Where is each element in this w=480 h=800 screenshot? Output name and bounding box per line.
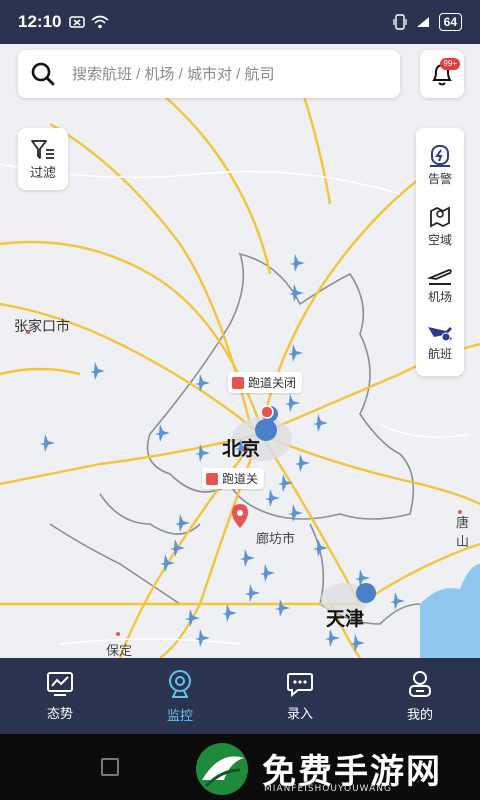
status-time: 12:10 (18, 12, 62, 31)
nav-item-profile[interactable]: 我的 (360, 658, 480, 734)
nav-label: 监控 (166, 707, 193, 723)
nav-item-monitor[interactable]: 监控 (120, 658, 240, 734)
runway-closed-callout[interactable]: 跑道关 (202, 468, 265, 489)
map-view[interactable]: 张家口市 北京 廊坊市 天津 保定 唐山 跑道关闭 跑道关 (0, 44, 480, 658)
bottom-nav: 态势 监控 录入 我的 (0, 658, 480, 734)
side-panel: 告警 空域 机场 航班 (416, 128, 464, 376)
notifications-button[interactable]: 99+ (420, 50, 464, 98)
watermark-subtitle: MIANFEISHOUYOUWANG (264, 784, 392, 794)
runway-closed-callout[interactable]: 跑道关闭 (228, 372, 303, 393)
vibrate-icon (392, 14, 407, 30)
nav-item-input[interactable]: 录入 (240, 658, 360, 734)
alert-icon (429, 145, 450, 167)
recent-apps-button[interactable] (101, 758, 119, 776)
city-label-baoding: 保定 (106, 643, 133, 658)
city-label-tianjin: 天津 (326, 609, 365, 630)
search-bar[interactable] (18, 50, 400, 98)
filter-icon (31, 139, 54, 159)
side-item-alert[interactable]: 告警 (428, 142, 452, 187)
filter-button[interactable]: 过滤 (18, 128, 68, 190)
side-item-label: 空域 (427, 233, 452, 247)
airport-cluster[interactable] (356, 583, 376, 603)
notification-badge: 99+ (440, 58, 460, 70)
filter-label: 过滤 (29, 164, 56, 180)
radar-icon (169, 669, 191, 698)
system-nav-bar: 免费手游网 MIANFEISHOUYOUWANG (0, 734, 480, 800)
status-bar: 12:10 64 (0, 0, 480, 44)
city-label-beijing: 北京 (222, 439, 261, 460)
side-item-label: 告警 (427, 172, 452, 186)
alert-badge-icon (206, 472, 218, 485)
city-label-tangshan: 唐山 (456, 515, 470, 549)
chart-icon (47, 671, 73, 696)
nav-label: 我的 (406, 706, 433, 722)
city-label-langfang: 廊坊市 (256, 531, 296, 546)
map-canvas[interactable] (0, 44, 480, 658)
side-item-label: 机场 (427, 290, 452, 304)
message-icon (69, 16, 86, 28)
flight-icon (428, 327, 452, 342)
search-icon[interactable] (30, 61, 56, 87)
side-item-flight[interactable]: 航班 (426, 321, 454, 362)
airport-icon (427, 269, 452, 285)
airspace-icon (430, 206, 450, 228)
city-label-zhangjiakou: 张家口市 (14, 318, 70, 334)
signal-icon (416, 17, 429, 27)
alert-badge-icon (232, 376, 244, 389)
battery-level: 64 (438, 13, 462, 31)
search-input[interactable] (70, 64, 388, 84)
side-item-airport[interactable]: 机场 (427, 264, 453, 305)
side-item-label: 航班 (427, 347, 452, 361)
user-icon (409, 670, 431, 697)
nav-label: 录入 (286, 705, 313, 721)
nav-label: 态势 (46, 705, 73, 721)
nav-item-situation[interactable]: 态势 (0, 658, 120, 734)
side-item-airspace[interactable]: 空域 (428, 203, 452, 248)
wifi-icon (91, 15, 110, 29)
chat-icon (287, 672, 313, 697)
watermark-logo (196, 743, 248, 795)
